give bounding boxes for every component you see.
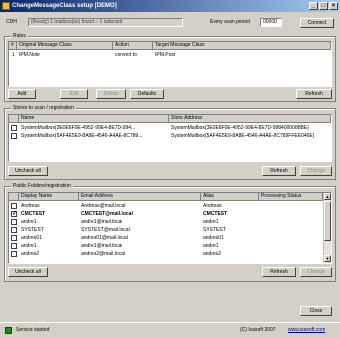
mailbox-alias: Andreas [203,203,222,209]
uncheck-all-mailboxes-button[interactable]: Uncheck all [8,267,48,277]
mailbox-checkbox[interactable] [11,227,17,233]
mailboxes-col-status[interactable]: Processing Status [259,193,323,201]
store-name: SystemMailbox{3E0E8F0E-4952-99E4-8E7D-99… [21,125,136,131]
table-row[interactable]: andre1 andre1@mail.local andre1 [9,218,323,226]
mailbox-email: SYSTEST@mail.local [81,227,130,233]
window-title: ChangeMessageClass setup [DEMO] [12,3,117,9]
mailbox-name: andres01 [21,235,42,241]
rules-row-num: 1 [12,52,15,58]
table-row[interactable]: Andreas Andreas@mail.local Andreas [9,202,323,210]
rules-group-title: Rules [11,33,28,40]
mailbox-email: CMCTEST@mail.local [81,211,133,217]
title-bar: ChangeMessageClass setup [DEMO] _ □ × [0,0,340,12]
table-row[interactable]: SystemMailbox{3E0E8F0E-4952-99E4-8E7D-99… [9,124,331,132]
mailbox-checkbox[interactable]: ✓ [11,211,17,217]
service-status-icon [5,327,12,334]
mailbox-name: SYSTEST [21,227,44,233]
defaults-button[interactable]: Defaults [130,89,164,99]
mailbox-checkbox[interactable] [11,243,17,249]
mailbox-email: andre1@mail.local [81,243,123,249]
mailboxes-list[interactable]: Display Name Email Address Alias Process… [8,192,332,264]
minimize-icon[interactable]: _ [309,2,318,10]
table-row[interactable]: SystemMailbox{5AF4E5E9-8A8E-4546-A4AE-8C… [9,132,331,140]
mailbox-email: andres2@mail.local [81,251,125,257]
change-mailboxes-button[interactable]: Change [300,267,332,277]
scroll-up-icon[interactable]: ▲ [324,193,331,200]
stores-list[interactable]: Name Store Address SystemMailbox{3E0E8F0… [8,114,332,162]
stores-col-name[interactable]: Name [19,115,169,123]
store-name: SystemMailbox{5AF4E5E9-8A8E-4546-A4AE-8C… [21,133,143,139]
refresh-stores-button[interactable]: Refresh [262,166,296,176]
store-address: SystemMailbox{3E0E8F0E-4952-99E4-8E7D-99… [171,125,309,131]
mailbox-alias: andres2 [203,251,222,257]
mailbox-checkbox[interactable] [11,219,17,225]
close-icon[interactable]: × [329,2,338,10]
rules-col-num[interactable]: # [9,42,17,50]
store-checkbox[interactable] [11,133,17,139]
table-row[interactable]: andre1 andre1@mail.local andre1 [9,242,323,250]
mailboxes-col-email[interactable]: Email Address [79,193,201,201]
mailboxes-group-title: Public Folders/registration [11,183,73,190]
mailbox-checkbox[interactable] [11,251,17,257]
mailboxes-scrollbar[interactable]: ▲ ▼ [323,193,331,263]
store-checkbox[interactable] [11,125,17,131]
mailboxes-col-name[interactable]: Display Name [19,193,79,201]
vendor-link[interactable]: www.ivasoft.com [288,327,325,334]
mailbox-email: Andreas@mail.local [81,203,126,209]
table-row[interactable]: 1 IPM.Note convert to IPM.Post [9,51,331,59]
mailbox-name: andres2 [21,251,40,257]
mailbox-alias: andres01 [203,235,224,241]
refresh-rules-button[interactable]: Refresh [296,89,332,99]
edit-rule-button[interactable]: Edit [60,89,88,99]
store-address: SystemMailbox{5AF4E5E9-8A8E-4546-A4AE-8C… [171,133,315,139]
mailbox-checkbox[interactable] [11,235,17,241]
copyright-text: (C) Ivasoft 2007 [240,327,276,333]
connect-button[interactable]: Connect [300,18,334,28]
table-row[interactable]: andres01 andres01@mail.local andres01 [9,234,323,242]
mailbox-checkbox[interactable] [11,203,17,209]
mailbox-name: andre1 [21,219,37,225]
stores-col-check[interactable] [9,115,19,123]
rules-col-original[interactable]: Original Message Class [17,42,113,50]
close-button[interactable]: Close [300,306,332,316]
mailboxes-col-alias[interactable]: Alias [201,193,259,201]
mailbox-email: andre1@mail.local [81,219,123,225]
refresh-mailboxes-button[interactable]: Refresh [262,267,296,277]
rules-row-target: IPM.Post [155,52,176,58]
mailbox-name: Andreas [21,203,40,209]
connection-label: CDH [6,19,17,25]
stores-col-address[interactable]: Store Address [169,115,331,123]
mailbox-alias: andre1 [203,219,219,225]
rules-row-original: IPM.Note [19,52,40,58]
table-row[interactable]: SYSTEST SYSTEST@mail.local SYSTEST [9,226,323,234]
uncheck-all-stores-button[interactable]: Uncheck all [8,166,48,176]
service-status-text: Service started [16,327,50,333]
maximize-icon[interactable]: □ [319,2,328,10]
mailbox-name: CMCTEST [21,211,46,217]
mailboxes-col-check[interactable] [9,193,19,201]
scroll-thumb[interactable] [324,201,331,241]
rules-col-target[interactable]: Target Message Class [153,42,331,50]
scroll-down-icon[interactable]: ▼ [324,255,331,262]
stores-group-title: Stores to scan / registration [11,105,76,112]
rules-col-action[interactable]: Action [113,42,153,50]
mailbox-name: andre1 [21,243,37,249]
table-row[interactable]: andres2 andres2@mail.local andres2 [9,250,323,258]
connection-status-field: (Ready) 1 mailbox(es) found – 1 selected [28,18,183,27]
mailbox-email: andres01@mail.local [81,235,128,241]
interval-field[interactable]: 00000 [260,18,282,27]
interval-label: Every scan period [210,19,251,25]
status-bar: Service started (C) Ivasoft 2007 www.iva… [0,322,340,338]
rules-list[interactable]: # Original Message Class Action Target M… [8,41,332,87]
change-stores-button[interactable]: Change [300,166,332,176]
add-rule-button[interactable]: Add [8,89,36,99]
mailbox-alias: andre1 [203,243,219,249]
rules-row-action: convert to [115,52,137,58]
delete-rule-button[interactable]: Delete [96,89,126,99]
mailbox-alias: SYSTEST [203,227,226,233]
app-icon [2,2,10,10]
table-row[interactable]: ✓ CMCTEST CMCTEST@mail.local CMCTEST [9,210,323,218]
mailbox-alias: CMCTEST [203,211,228,217]
